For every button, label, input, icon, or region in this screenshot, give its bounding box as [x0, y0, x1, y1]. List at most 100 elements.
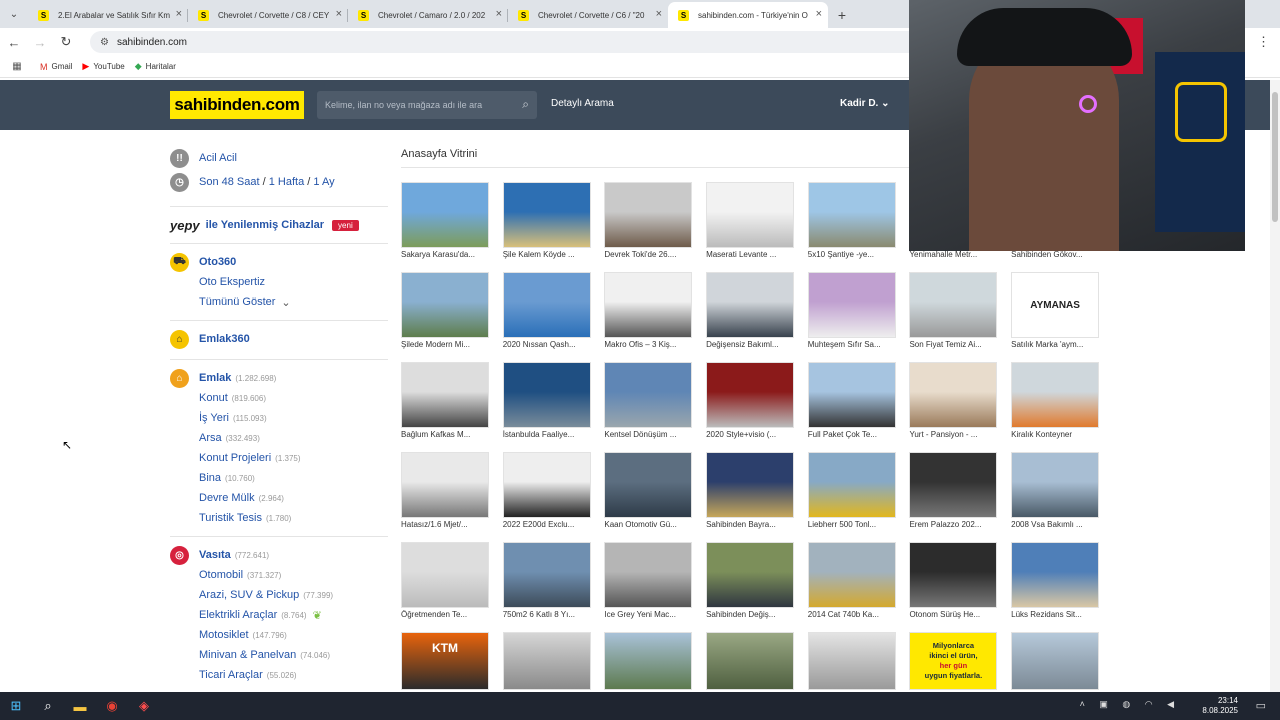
listing-title[interactable]: Full Paket Çok Te... — [808, 430, 896, 442]
listing-card[interactable]: Ice Grey Yeni Mac... — [604, 542, 693, 619]
listing-title[interactable]: Öğretmenden Te... — [401, 610, 489, 622]
listing-title[interactable]: 2022 E200d Exclu... — [503, 520, 591, 532]
listing-title[interactable]: Muhteşem Sıfır Sa... — [808, 340, 896, 352]
bookmark-gmail[interactable]: M Gmail — [40, 62, 72, 72]
listing-thumbnail[interactable] — [807, 272, 896, 338]
listing-card[interactable]: Erem Palazzo 202... — [909, 452, 998, 529]
show-all-toggle[interactable]: Tümünü Göster ⌄ — [199, 292, 388, 312]
browser-tab[interactable]: S Chevrolet / Corvette / C8 / CEY × — [188, 2, 348, 28]
listing-thumbnail[interactable]: KTM — [401, 632, 489, 690]
listing-card[interactable]: Bağlum Kafkas M... — [401, 362, 489, 439]
listing-thumbnail[interactable] — [706, 452, 795, 518]
listing-card[interactable]: 2020 Style+visio (... — [706, 362, 795, 439]
sidebar-subitem[interactable]: Bina (10.760) — [199, 468, 388, 488]
close-icon[interactable]: × — [496, 8, 502, 20]
browser-tab[interactable]: S 2.El Arabalar ve Satılık Sıfır Km × — [28, 2, 188, 28]
listing-thumbnail[interactable] — [909, 362, 998, 428]
listing-thumbnail[interactable] — [502, 182, 591, 248]
listing-title[interactable]: Sakarya Karasu'da... — [401, 250, 489, 262]
listing-title[interactable]: Liebherr 500 Tonl... — [808, 520, 896, 532]
listing-card[interactable]: Devrek Toki'de 26.... — [604, 182, 693, 259]
system-tray-icons[interactable]: ˄ ▣ ◍ ◠ ◀ — [1080, 699, 1180, 710]
listing-thumbnail[interactable] — [909, 272, 998, 338]
listing-thumbnail[interactable] — [706, 272, 795, 338]
listing-title[interactable]: 750m2 6 Katlı 8 Yı... — [503, 610, 591, 622]
listing-card[interactable]: Son Fiyat Temiz Ai... — [909, 272, 998, 349]
listing-card[interactable]: Kentsel Dönüşüm ... — [604, 362, 693, 439]
listing-thumbnail[interactable] — [401, 362, 489, 428]
listing-card[interactable]: Maserati Levante ... — [706, 182, 795, 259]
listing-thumbnail[interactable] — [502, 632, 591, 690]
listing-card[interactable]: Öğretmenden Te... — [401, 542, 489, 619]
listing-title[interactable]: Kaan Otomotiv Gü... — [604, 520, 692, 532]
listing-card[interactable]: Kiralık Konteyner — [1011, 362, 1100, 439]
listing-card[interactable]: Makro Ofis – 3 Kiş... — [604, 272, 693, 349]
listing-thumbnail[interactable] — [604, 632, 693, 690]
sidebar-subitem[interactable]: Ticari Araçlar (55.026) — [199, 665, 388, 685]
sidebar-item-oto360[interactable]: ⛟ Oto360 — [170, 252, 388, 272]
ad-banner[interactable]: Milyonlarca ikinci el ürün, her gün uygun f… — [909, 632, 998, 690]
listing-thumbnail[interactable] — [706, 182, 795, 248]
listing-card[interactable]: İstanbulda Faaliye... — [502, 362, 591, 439]
listing-card[interactable]: Yurt - Pansiyon - ... — [909, 362, 998, 439]
sidebar-subitem[interactable]: Arsa (332.493) — [199, 428, 388, 448]
listing-thumbnail[interactable] — [604, 182, 693, 248]
listing-title[interactable]: Maserati Levante ... — [706, 250, 794, 262]
period-link[interactable]: 1 Hafta — [269, 176, 304, 188]
listing-card[interactable]: 2008 Vsa Bakımlı ... — [1011, 452, 1100, 529]
listing-thumbnail[interactable] — [604, 542, 693, 608]
search-icon[interactable]: ⌕ — [522, 97, 529, 112]
listing-thumbnail[interactable] — [1011, 452, 1100, 518]
listing-card[interactable]: Şile Kalem Köyde ... — [502, 182, 591, 259]
listing-title[interactable]: Yurt - Pansiyon - ... — [909, 430, 997, 442]
listing-thumbnail[interactable] — [807, 452, 896, 518]
sidebar-subitem[interactable]: Motosiklet (147.796) — [199, 625, 388, 645]
listing-thumbnail[interactable] — [706, 632, 795, 690]
listing-card[interactable]: Muhteşem Sıfır Sa... — [807, 272, 896, 349]
browser-tab-active[interactable]: Ssahibinden.com - Türkiye'nin O × — [668, 2, 828, 28]
listing-card[interactable]: Sahibinden Bayra... — [706, 452, 795, 529]
listing-title[interactable]: Satılık Marka 'aym... — [1011, 340, 1099, 352]
app-icon[interactable]: ◈ — [128, 692, 160, 720]
listing-thumbnail[interactable] — [1011, 632, 1100, 690]
listing-card[interactable]: 750m2 6 Katlı 8 Yı... — [502, 542, 591, 619]
listing-card[interactable]: 2020 Nıssan Qash... — [502, 272, 591, 349]
sidebar-subitem-oto-ekspertiz[interactable]: Oto Ekspertiz — [199, 272, 388, 292]
listing-card[interactable]: Lüks Rezidans Sit... — [1011, 542, 1100, 619]
bookmark-maps[interactable]: ◆ Haritalar — [135, 61, 176, 72]
close-icon[interactable]: × — [176, 8, 182, 20]
listing-thumbnail[interactable] — [1011, 362, 1100, 428]
close-icon[interactable]: × — [656, 8, 662, 20]
listing-thumbnail[interactable] — [401, 452, 489, 518]
site-logo[interactable]: sahibinden.com — [170, 91, 304, 119]
listing-thumbnail[interactable] — [401, 182, 489, 248]
listing-title[interactable]: Yenimahalle Metr... — [909, 250, 997, 262]
listing-title[interactable]: İstanbulda Faaliye... — [503, 430, 591, 442]
listing-card[interactable]: AYMANAS Satılık Marka 'aym... — [1011, 272, 1100, 349]
listing-title[interactable]: Hatasız/1.6 Mjet/... — [401, 520, 489, 532]
tab-search-icon[interactable]: ⌄ — [0, 0, 28, 28]
user-menu[interactable]: Kadir D. ⌄ — [840, 98, 890, 109]
listing-title[interactable]: Bağlum Kafkas M... — [401, 430, 489, 442]
listing-card[interactable]: Sahibinden Değiş... — [706, 542, 795, 619]
listing-thumbnail[interactable] — [807, 362, 896, 428]
listing-thumbnail[interactable] — [502, 452, 591, 518]
sidebar-subitem[interactable]: Konut Projeleri (1.375) — [199, 448, 388, 468]
listing-thumbnail[interactable] — [1011, 542, 1100, 608]
search-input[interactable]: Kelime, ilan no veya mağaza adı ile ara … — [317, 91, 537, 119]
listing-thumbnail[interactable] — [502, 542, 591, 608]
sidebar-subitem[interactable]: Devre Mülk (2.964) — [199, 488, 388, 508]
close-icon[interactable]: × — [336, 8, 342, 20]
bookmark-youtube[interactable]: ▶ YouTube — [82, 61, 124, 72]
search-icon[interactable]: ⌕ — [32, 692, 64, 720]
listing-title[interactable]: 5x10 Şantiye -ye... — [808, 250, 896, 262]
sidebar-item-vasita[interactable]: ◎ Vasıta (772.641) — [170, 545, 388, 565]
listing-card[interactable]: Kaan Otomotiv Gü... — [604, 452, 693, 529]
listing-card[interactable]: Otonom Sürüş He... — [909, 542, 998, 619]
listing-title[interactable]: Otonom Sürüş He... — [909, 610, 997, 622]
listing-card[interactable]: Hatasız/1.6 Mjet/... — [401, 452, 489, 529]
listing-thumbnail[interactable] — [909, 452, 998, 518]
notification-icon[interactable]: ▭ — [1256, 699, 1266, 712]
listing-title[interactable]: Erem Palazzo 202... — [909, 520, 997, 532]
listing-title[interactable]: 2020 Style+visio (... — [706, 430, 794, 442]
